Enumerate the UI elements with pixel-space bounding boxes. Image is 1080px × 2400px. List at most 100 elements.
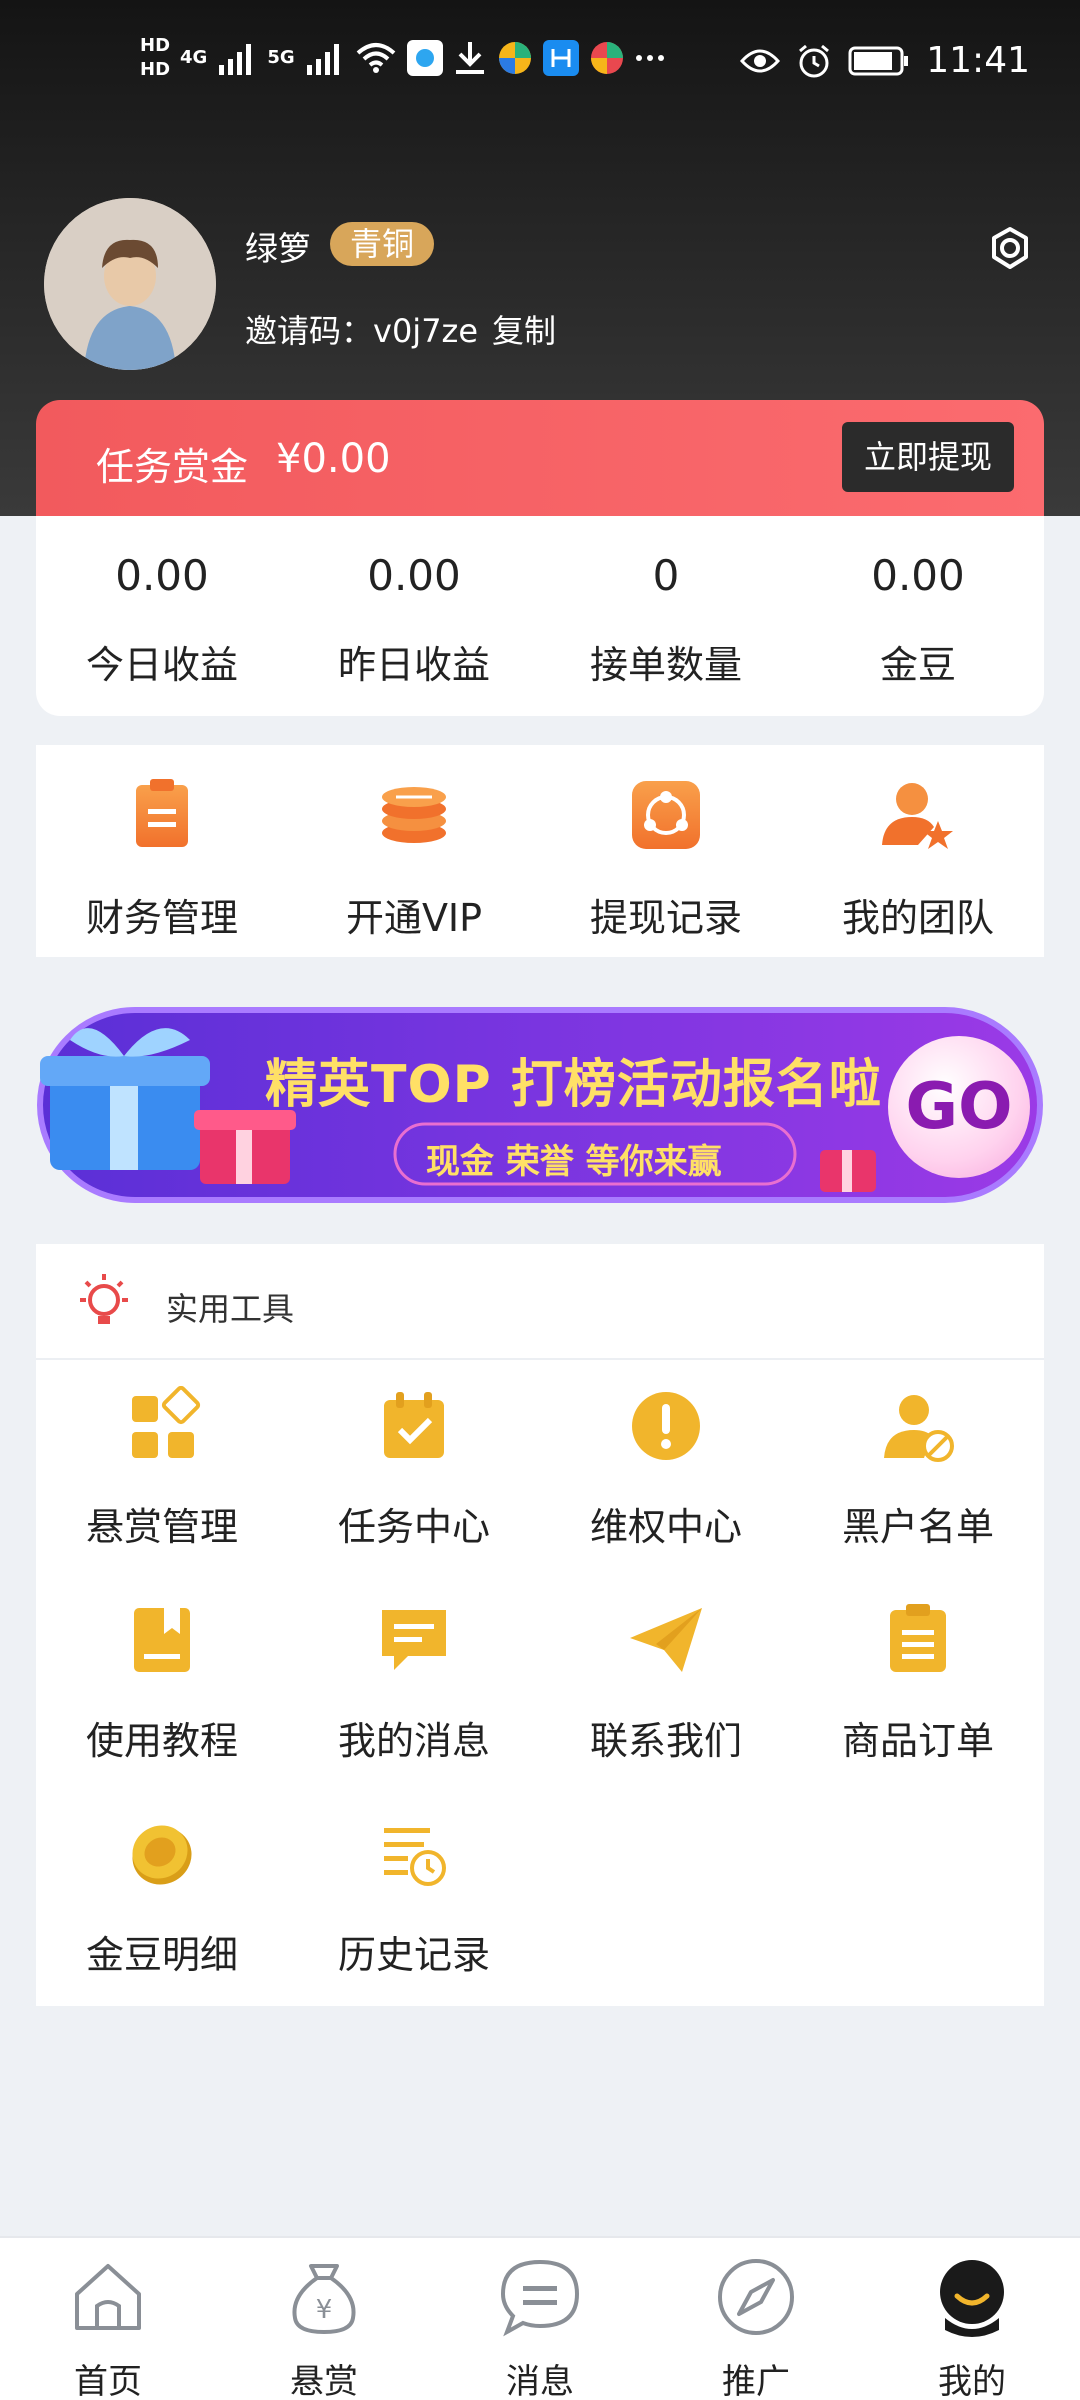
stat-value: 0 <box>652 551 680 600</box>
svg-text:¥: ¥ <box>316 2295 333 2325</box>
order-icon <box>890 1604 946 1672</box>
alarm-icon <box>799 44 830 77</box>
copy-button[interactable]: 复制 <box>492 306 556 352</box>
app-icon <box>542 40 579 76</box>
book-icon <box>134 1608 190 1672</box>
paper-plane-icon <box>630 1608 702 1672</box>
network-4g-text: 4G <box>180 47 208 68</box>
settings-icon[interactable] <box>980 218 1040 278</box>
more-icon <box>635 55 664 61</box>
tab-label: 消息 <box>506 2362 574 2400</box>
earnings-stats: 0.00 今日收益 0.00 昨日收益 0 接单数量 0.00 金豆 <box>36 516 1044 716</box>
stat-value: 0.00 <box>367 551 461 600</box>
tab-label: 推广 <box>722 2362 790 2400</box>
stat-label: 金豆 <box>879 643 956 687</box>
user-block-icon <box>884 1395 954 1462</box>
chat-icon <box>500 2259 580 2337</box>
tool-tutorial[interactable]: 使用教程 <box>36 1600 288 1765</box>
wifi-icon <box>356 43 395 73</box>
quick-item-team[interactable]: 我的团队 <box>792 775 1044 942</box>
username: 绿箩 <box>245 229 311 268</box>
app-icon <box>498 42 531 74</box>
banner-subtitle: 现金 荣誉 等你来赢 <box>426 1142 722 1182</box>
reward-card: 任务赏金 ¥0.00 立即提现 <box>36 400 1044 516</box>
coin-icon <box>132 1825 192 1885</box>
tool-product-orders[interactable]: 商品订单 <box>792 1600 1044 1765</box>
lightbulb-icon <box>80 1274 128 1324</box>
clock: 11:41 <box>926 40 1030 81</box>
promo-banner[interactable]: 精英TOP 打榜活动报名啦 现金 荣誉 等你来赢 GO <box>30 1000 1050 1210</box>
stat-today: 0.00 今日收益 <box>36 546 288 689</box>
small-gift-icon <box>820 1150 876 1192</box>
tab-label: 我的 <box>938 2362 1006 2400</box>
quick-item-finance[interactable]: 财务管理 <box>36 775 288 942</box>
hd-indicator: HD HD <box>140 36 170 80</box>
level-badge: 青铜 <box>330 222 435 266</box>
user-star-icon <box>882 783 953 849</box>
tools-title: 实用工具 <box>166 1290 295 1328</box>
status-bar-left: HD HD 4G 5G <box>140 36 665 80</box>
quick-item-label: 开通VIP <box>345 896 483 940</box>
tool-my-messages[interactable]: 我的消息 <box>288 1600 540 1765</box>
tools-grid: 悬赏管理 任务中心 维权中心 黑户名单 使用教程 我的消息 联系我们 商品订单 … <box>36 1360 1044 2006</box>
app-icon <box>406 40 443 76</box>
tab-messages[interactable]: 消息 <box>432 2256 648 2400</box>
status-bar: HD HD 4G 5G 11:41 <box>0 0 1080 130</box>
hd-text-2: HD <box>140 59 171 80</box>
tab-label: 首页 <box>74 2362 142 2400</box>
signal-icon <box>219 44 252 75</box>
stat-yesterday: 0.00 昨日收益 <box>288 546 540 689</box>
history-icon <box>384 1828 446 1886</box>
tool-label: 悬赏管理 <box>85 1505 238 1549</box>
tool-contact-us[interactable]: 联系我们 <box>540 1600 792 1765</box>
tool-label: 维权中心 <box>589 1505 742 1549</box>
tool-label: 黑户名单 <box>841 1505 994 1549</box>
calendar-check-icon <box>384 1392 444 1458</box>
signal-icon <box>306 44 339 75</box>
tab-reward[interactable]: ¥ 悬赏 <box>216 2256 432 2400</box>
exclamation-icon <box>632 1392 700 1460</box>
tool-task-center[interactable]: 任务中心 <box>288 1386 540 1551</box>
tab-mine[interactable]: 我的 <box>864 2256 1080 2400</box>
tool-label: 任务中心 <box>337 1505 490 1549</box>
tool-label: 金豆明细 <box>85 1933 238 1977</box>
quick-item-vip[interactable]: 开通VIP <box>288 775 540 942</box>
invite-code-row: 邀请码：v0j7ze 复制 <box>245 306 556 352</box>
stat-label: 接单数量 <box>589 643 742 687</box>
withdraw-button[interactable]: 立即提现 <box>842 422 1014 492</box>
stat-value: 0.00 <box>871 551 965 600</box>
tab-promote[interactable]: 推广 <box>648 2256 864 2400</box>
stat-label: 今日收益 <box>85 643 238 687</box>
bottom-tab-bar: 首页 ¥ 悬赏 消息 推广 我的 <box>0 2236 1080 2400</box>
stat-value: 0.00 <box>115 551 209 600</box>
tool-reward-management[interactable]: 悬赏管理 <box>36 1385 288 1551</box>
tool-label: 历史记录 <box>337 1933 490 1977</box>
tool-bean-details[interactable]: 金豆明细 <box>36 1814 288 1979</box>
tab-label: 悬赏 <box>290 2362 358 2400</box>
clipboard-icon <box>136 779 188 847</box>
avatar[interactable] <box>44 198 216 370</box>
tool-history[interactable]: 历史记录 <box>288 1814 540 1979</box>
download-icon <box>455 42 484 74</box>
tool-rights-center[interactable]: 维权中心 <box>540 1386 792 1551</box>
avatar-image <box>44 198 216 370</box>
stat-orders: 0 接单数量 <box>540 546 792 689</box>
tab-home[interactable]: 首页 <box>0 2256 216 2400</box>
hd-text: HD <box>140 35 171 56</box>
banner-title: 精英TOP 打榜活动报名啦 <box>265 1055 882 1115</box>
home-icon <box>75 2264 141 2330</box>
share-icon <box>632 781 700 849</box>
message-icon <box>382 1610 446 1670</box>
quick-item-label: 财务管理 <box>85 896 238 940</box>
quick-menu: 财务管理 开通VIP 提现记录 我的团队 <box>36 745 1044 957</box>
battery-icon <box>848 46 909 75</box>
quick-item-withdraw-records[interactable]: 提现记录 <box>540 775 792 942</box>
compass-icon <box>718 2259 794 2335</box>
tool-label: 使用教程 <box>85 1719 238 1763</box>
banner-go-button[interactable]: GO <box>888 1036 1030 1178</box>
status-bar-right: 11:41 <box>740 40 1030 81</box>
network-5g-text: 5G <box>267 47 295 68</box>
money-bag-icon: ¥ <box>292 2264 356 2335</box>
tool-blacklist[interactable]: 黑户名单 <box>792 1386 1044 1551</box>
small-gift-icon <box>194 1110 296 1184</box>
